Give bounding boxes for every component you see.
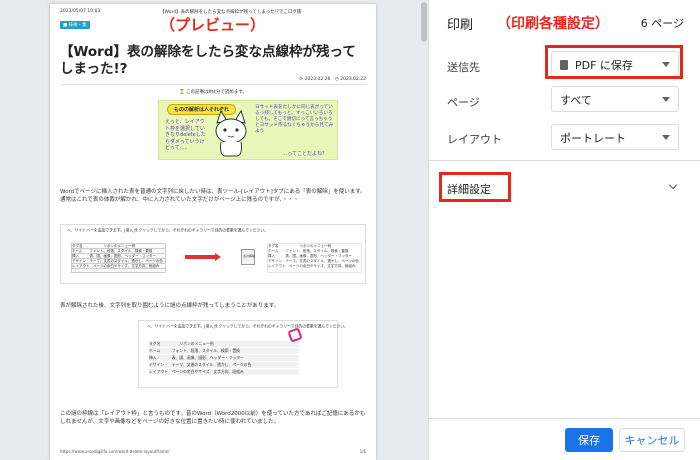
cancel-button[interactable]: キャンセル — [619, 428, 685, 452]
figure1-row: レイアウト ページの余白やサイズ、文字方向、段組み — [72, 264, 165, 269]
figure1-caption: へ、サイドバーを追加できます。[挿入]をクリックしてから、それぞれのギャラリーで… — [67, 228, 268, 234]
chevron-down-icon[interactable] — [668, 180, 678, 190]
pages-value: すべて — [560, 94, 592, 107]
category-badge: ■ 技術・集 — [60, 21, 90, 29]
document-icon-label: 表の解除 — [243, 254, 256, 258]
pages-label: ページ — [447, 96, 480, 109]
print-title: 印刷 — [447, 18, 474, 33]
destination-highlight-box — [545, 45, 683, 79]
page-header-date: 2023/05/07 10:03 — [60, 9, 101, 14]
divider — [429, 418, 700, 419]
pages-select[interactable]: すべて — [551, 86, 679, 112]
figure2-row: タグ名 リボンのメニュー例 — [149, 341, 299, 348]
figure1-table-after: タグ名 リボンのメニュー例 ホーム フォント、段落、スタイル、検索・置換 挿入 … — [267, 243, 362, 273]
figure2-row: デザイン テーマ、文書のスタイル、透かし、ページの色 — [149, 362, 299, 369]
arrow-right-icon — [185, 255, 217, 259]
save-button[interactable]: 保存 — [565, 428, 613, 452]
settings-annotation: （印刷各種設定） — [497, 16, 609, 32]
preview-page: 2023/05/07 10:03 【Word】表の解除をしたら変な点線枠が残って… — [50, 4, 376, 460]
article-paragraph-2: 表が解除された後、文字列を取り囲むように謎の点線枠が残ってしまうことがあります。 — [60, 303, 280, 309]
illustration-left-text: えっと、レイアウト枠を選択していきなりdeleteしたらダメっていうけどって。。… — [165, 119, 206, 151]
read-time: ⏳ この記事は約4分で読めます。 — [179, 90, 247, 95]
page-count: 6 ページ — [640, 17, 684, 30]
caret-down-icon — [662, 135, 670, 140]
layout-select[interactable]: ポートレート — [551, 124, 679, 150]
divider — [60, 84, 366, 85]
more-settings-button[interactable]: 詳細設定 — [439, 172, 511, 202]
preview-annotation: （プレビュー） — [160, 16, 266, 34]
page-footer-number: 1/6 — [359, 449, 366, 454]
figure2-row: レイアウト ページの余白やサイズ、文字方向、段組み — [149, 369, 299, 376]
figure2-table: タグ名 リボンのメニュー例 ホーム フォント、段落、スタイル、検索・置換 挿入 … — [149, 341, 299, 385]
print-preview-area[interactable]: 2023/05/07 10:03 【Word】表の解除をしたら変な点線枠が残って… — [0, 0, 428, 460]
pointer-hand-icon — [287, 327, 303, 343]
layout-value: ポートレート — [560, 132, 626, 145]
illustration-bottom-text: …ってことだよね？ — [282, 151, 327, 157]
article-title: 【Word】表の解除をしたら変な点線枠が残ってしまった!? — [60, 44, 356, 77]
figure2-caption: へ、サイドバーを追加できます。[挿入]をクリックしてから、それぞれのギャラリーで… — [147, 324, 348, 330]
illustration-right-text: ヨサッド表をたしかに同じ表がっているっ残してもっと。すっこいいろいろしても。そこ… — [255, 105, 334, 134]
article-dates: ⟳ 2023.02.26 ◷ 2023.02.22 — [299, 77, 366, 82]
page-footer-url: https://www.aroadigilife.com/word-delete… — [60, 449, 170, 454]
destination-label: 送信先 — [447, 61, 480, 74]
print-settings-panel: 印刷 （印刷各種設定） 6 ページ 送信先 PDF に保存 ページ すべて レイ… — [428, 0, 700, 460]
figure-dotted-frame: へ、サイドバーを追加できます。[挿入]をクリックしてから、それぞれのギャラリーで… — [138, 320, 348, 388]
cat-illustration-icon — [211, 109, 251, 161]
figure2-row: 挿入 表、図、画像、図形、ヘッダー・フッター — [149, 355, 299, 362]
figure2-row: ホーム フォント、段落、スタイル、検索・置換 — [149, 348, 299, 355]
article-paragraph-3: この謎の枠線は「レイアウト枠」と言うものです。昔のWord（Word2000以前… — [60, 411, 366, 425]
layout-label: レイアウト — [447, 133, 502, 146]
caret-down-icon — [662, 97, 670, 102]
preview-scrollbar[interactable] — [420, 0, 428, 460]
divider — [429, 160, 700, 161]
article-illustration: ものの解析は人それぞれ えっと、レイアウト枠を選択していきなりdeleteしたら… — [158, 100, 338, 160]
document-icon: 表の解除 — [241, 249, 255, 265]
figure-table-unmerge: へ、サイドバーを追加できます。[挿入]をクリックしてから、それぞれのギャラリーで… — [60, 224, 366, 284]
figure1-row: レイアウト ページの余白やサイズ、文字方向、段組み — [268, 264, 356, 268]
scrollbar-thumb[interactable] — [421, 2, 427, 42]
article-paragraph-1: Wordでページに挿入された表を普通の文字列に戻したい時は、表ツール-[レイアウ… — [60, 189, 366, 203]
figure1-table-before: タグ名 リボンのメニュー例 ホーム フォント、段落、スタイル、検索・置換 挿入 … — [71, 243, 166, 273]
arrowhead-icon — [215, 253, 221, 261]
